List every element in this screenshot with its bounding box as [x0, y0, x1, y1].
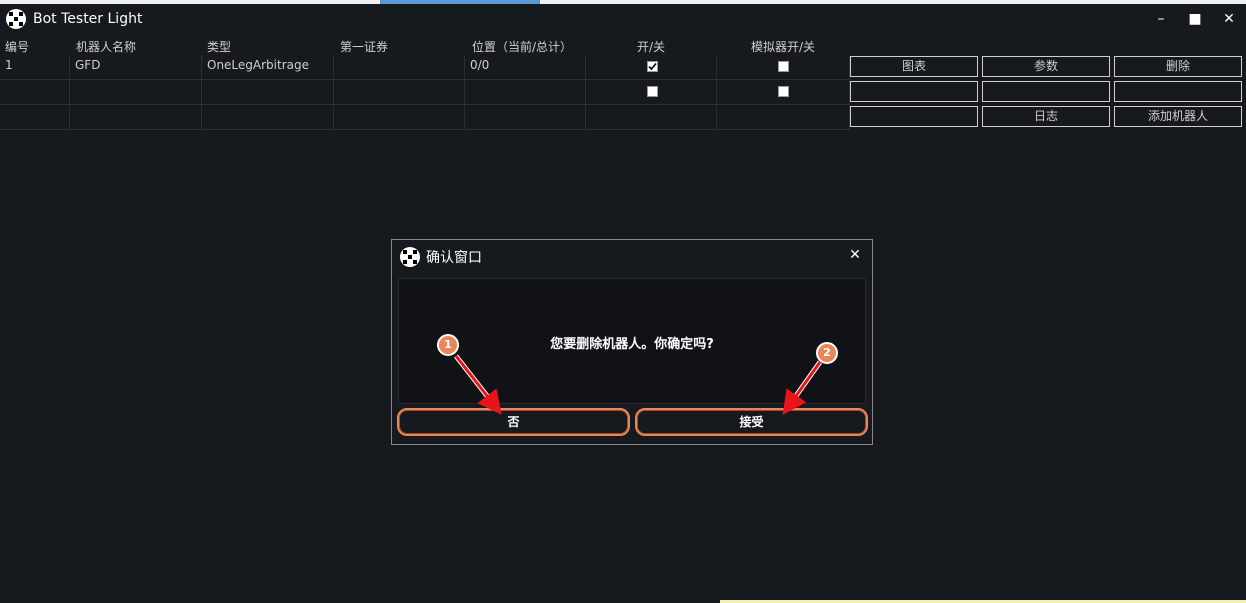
- cell-security: [334, 105, 465, 130]
- checker-logo-icon: [400, 247, 420, 267]
- table-row[interactable]: 1 GFD OneLegArbitrage 0/0: [0, 55, 850, 80]
- cell-security: [334, 55, 465, 80]
- cell-enabled: [586, 105, 717, 130]
- enabled-checkbox[interactable]: [647, 61, 658, 72]
- checker-logo-icon: [6, 9, 26, 29]
- column-header-enabled: 开/关: [637, 40, 666, 54]
- cell-name: [70, 80, 202, 105]
- cell-id: [0, 80, 70, 105]
- dialog-close-button[interactable]: ✕: [844, 244, 866, 266]
- cell-emulator: [717, 80, 850, 105]
- empty-action-button[interactable]: [1114, 81, 1242, 102]
- cell-id: 1: [0, 55, 70, 80]
- empty-action-button[interactable]: [850, 81, 978, 102]
- cell-position: [465, 105, 586, 130]
- column-header-security: 第一证券: [340, 40, 389, 54]
- cell-type: [202, 105, 334, 130]
- cell-security: [334, 80, 465, 105]
- cell-position: 0/0: [465, 55, 586, 80]
- dialog-body: 您要删除机器人。你确定吗?: [398, 278, 866, 404]
- dialog-message: 您要删除机器人。你确定吗?: [550, 337, 714, 352]
- emulator-checkbox[interactable]: [778, 61, 789, 72]
- column-header-name: 机器人名称: [76, 40, 137, 54]
- add-robot-button[interactable]: 添加机器人: [1114, 106, 1242, 127]
- empty-action-button[interactable]: [850, 106, 978, 127]
- chart-button[interactable]: 图表: [850, 56, 978, 77]
- accept-button[interactable]: 接受: [635, 408, 868, 436]
- cell-position: [465, 80, 586, 105]
- callout-badge: 2: [816, 342, 838, 364]
- title-bar: Bot Tester Light – ■ ✕: [0, 4, 1246, 34]
- empty-action-button[interactable]: [982, 81, 1110, 102]
- cell-enabled: [586, 80, 717, 105]
- app-title: Bot Tester Light: [33, 11, 143, 27]
- params-button[interactable]: 参数: [982, 56, 1110, 77]
- column-header-emulator: 模拟器开/关: [751, 40, 816, 54]
- maximize-button[interactable]: ■: [1180, 7, 1210, 31]
- cell-emulator: [717, 55, 850, 80]
- table-row[interactable]: [0, 105, 850, 130]
- callout-badge: 1: [437, 334, 459, 356]
- cell-emulator: [717, 105, 850, 130]
- close-window-button[interactable]: ✕: [1214, 7, 1244, 31]
- cell-type: OneLegArbitrage: [202, 55, 334, 80]
- column-header-id: 编号: [5, 40, 30, 54]
- dialog-title: 确认窗口: [426, 250, 482, 266]
- robots-table-header: 编号 机器人名称 类型 第一证券 位置（当前/总计） 开/关 模拟器开/关: [0, 38, 850, 54]
- cell-id: [0, 105, 70, 130]
- column-header-type: 类型: [207, 40, 232, 54]
- minimize-button[interactable]: –: [1146, 7, 1176, 31]
- cell-name: [70, 105, 202, 130]
- table-row[interactable]: [0, 80, 850, 105]
- emulator-checkbox[interactable]: [778, 86, 789, 97]
- log-button[interactable]: 日志: [982, 106, 1110, 127]
- column-header-position: 位置（当前/总计）: [472, 40, 573, 54]
- enabled-checkbox[interactable]: [647, 86, 658, 97]
- cell-name: GFD: [70, 55, 202, 80]
- no-button[interactable]: 否: [397, 408, 630, 436]
- confirm-dialog: 确认窗口 ✕ 您要删除机器人。你确定吗? 否 接受: [391, 239, 873, 445]
- cell-type: [202, 80, 334, 105]
- delete-button[interactable]: 删除: [1114, 56, 1242, 77]
- cell-enabled: [586, 55, 717, 80]
